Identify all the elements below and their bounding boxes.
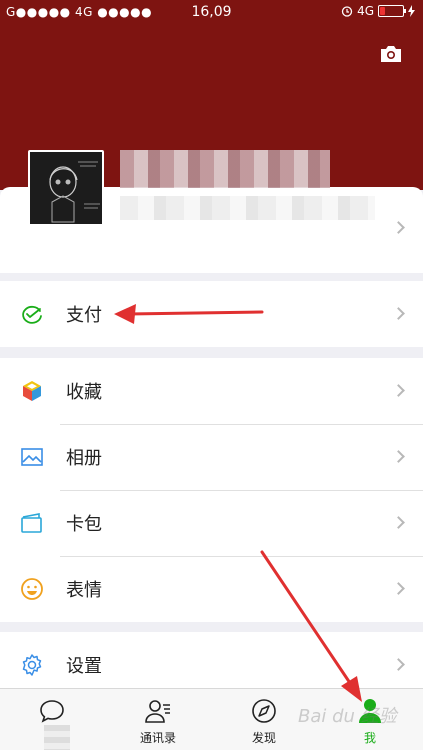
battery-icon: [378, 5, 406, 17]
status-bar: G●●●●● 4G ●●●●● 16,09 4G: [0, 0, 423, 24]
tab-chats-label-redacted: [44, 725, 70, 750]
picture-icon: [21, 448, 43, 466]
tab-discover-label: 发现: [251, 731, 276, 745]
menu-item-favorites[interactable]: 收藏: [0, 358, 423, 424]
menu-item-cards[interactable]: 卡包: [0, 490, 423, 556]
menu-item-cards-label: 卡包: [66, 514, 102, 535]
menu-item-favorites-label: 收藏: [66, 382, 102, 403]
chevron-right-icon: [392, 221, 405, 234]
chevron-right-icon: [392, 658, 405, 671]
chevron-right-icon: [392, 516, 405, 529]
wechat-id-redacted: [120, 196, 375, 220]
card-wallet-icon: [21, 513, 42, 533]
tab-discover[interactable]: 发现: [224, 689, 304, 750]
camera-icon[interactable]: [379, 44, 403, 64]
cube-icon: [23, 381, 41, 401]
status-right: 4G: [341, 4, 415, 18]
tab-me-label: 我: [363, 731, 376, 745]
menu-item-stickers-label: 表情: [66, 580, 102, 601]
chevron-right-icon: [392, 582, 405, 595]
chevron-right-icon: [392, 307, 405, 320]
menu-item-album[interactable]: 相册: [0, 424, 423, 490]
watermark: Bai du 经验: [298, 706, 397, 727]
chevron-right-icon: [392, 450, 405, 463]
menu-item-stickers[interactable]: 表情: [0, 556, 423, 622]
tab-contacts[interactable]: 通讯录: [118, 689, 198, 750]
avatar[interactable]: [28, 150, 104, 226]
alarm-icon: [341, 6, 353, 17]
wallet-check-icon: [22, 305, 42, 324]
gear-icon: [22, 654, 42, 676]
smiley-icon: [21, 578, 43, 600]
menu-item-album-label: 相册: [66, 448, 102, 469]
tab-chats[interactable]: [12, 689, 92, 750]
tab-contacts-label: 通讯录: [139, 731, 176, 745]
menu-group-pay: 支付: [0, 281, 423, 347]
compass-icon: [252, 699, 276, 723]
nickname-redacted: [120, 150, 330, 188]
charging-bolt-icon: [408, 5, 415, 17]
menu-item-pay[interactable]: 支付: [0, 281, 423, 347]
contacts-icon: [145, 700, 170, 723]
menu-group-main: 收藏 相册 卡包 表情: [0, 358, 423, 622]
menu-item-pay-label: 支付: [66, 305, 102, 326]
menu-item-settings-label: 设置: [66, 656, 102, 677]
chat-bubble-icon: [40, 700, 64, 723]
chevron-right-icon: [392, 384, 405, 397]
network-type: 4G: [357, 4, 374, 18]
